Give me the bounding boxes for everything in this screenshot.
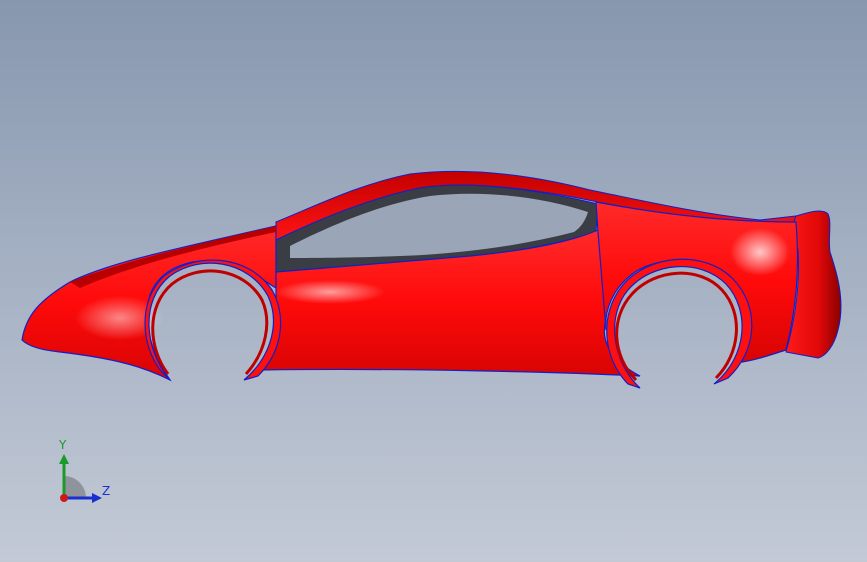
triad-z-label: Z [102, 484, 111, 498]
coordinate-triad: Y Z [48, 438, 118, 510]
rear-highlight [730, 228, 790, 276]
car-body-model[interactable] [0, 0, 867, 562]
graphics-viewport[interactable]: Y Z [0, 0, 867, 562]
rear-wheel-arch-lip [615, 271, 738, 382]
front-wheel-arch [144, 259, 282, 381]
front-wheel-arch-lip [151, 269, 269, 376]
door-highlight [275, 280, 385, 304]
triad-y-label: Y [59, 438, 67, 452]
